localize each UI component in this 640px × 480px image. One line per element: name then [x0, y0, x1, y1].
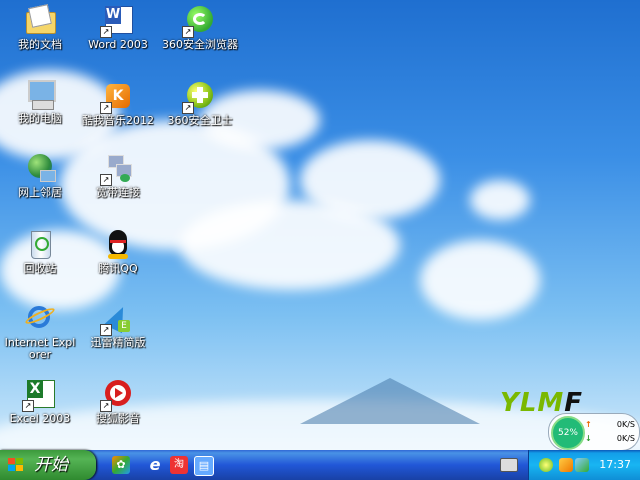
desktop-icon-network-places[interactable]: 网上邻居 [2, 152, 78, 199]
cloud [470, 180, 530, 220]
shortcut-arrow-icon: ↗ [100, 324, 112, 336]
start-label: 开始 [34, 455, 68, 475]
desktop-icon-internet-explorer[interactable]: Internet Explorer [2, 302, 78, 361]
desktop-icon-recycle-bin[interactable]: 回收站 [2, 228, 78, 275]
cpu-usage-gauge: 52% [551, 416, 585, 450]
kuwo-music-icon: K ↗ [100, 80, 134, 114]
360-browser-icon: ↗ [182, 4, 216, 38]
desktop-icon-excel[interactable]: X ↗ Excel 2003 [2, 378, 78, 425]
mountain [300, 378, 480, 424]
desktop-icon-thunder[interactable]: E ↗ 迅雷精简版 [80, 302, 156, 349]
network-places-icon [24, 152, 56, 184]
desktop[interactable]: 我的文档 我的电脑 网上邻居 回收站 Internet Explorer X ↗… [0, 0, 640, 450]
shortcut-arrow-icon: ↗ [100, 26, 112, 38]
icon-label: 腾讯QQ [98, 262, 138, 275]
shortcut-arrow-icon: ↗ [100, 400, 112, 412]
quicklaunch-butterfly-icon[interactable]: ✿ [112, 456, 130, 474]
icon-label: 回收站 [23, 262, 57, 275]
quicklaunch-taobao-icon[interactable]: 淘 [170, 456, 188, 474]
icon-label: 360安全卫士 [167, 114, 233, 127]
shortcut-arrow-icon: ↗ [100, 102, 112, 114]
keyboard-icon[interactable] [500, 458, 518, 472]
icon-label: Internet Explorer [4, 336, 76, 361]
down-arrow-icon: ↓ [585, 434, 592, 443]
ie-icon [23, 302, 57, 334]
qq-icon [102, 228, 134, 260]
up-arrow-icon: ↑ [585, 420, 592, 429]
desktop-icon-my-computer[interactable]: 我的电脑 [2, 78, 78, 125]
system-tray: 17:37 [528, 450, 640, 480]
desktop-icon-broadband[interactable]: ↗ 宽带连接 [80, 152, 156, 199]
windows-flag-icon [8, 458, 24, 472]
desktop-icon-my-documents[interactable]: 我的文档 [2, 4, 78, 51]
desktop-icon-360-browser[interactable]: ↗ 360安全浏览器 [162, 4, 238, 51]
cloud [420, 240, 540, 320]
word-icon: W ↗ [100, 4, 134, 38]
quicklaunch-desktop-icon[interactable]: ▤ [194, 456, 214, 476]
icon-label: 360安全浏览器 [162, 38, 238, 51]
shortcut-arrow-icon: ↗ [182, 26, 194, 38]
download-speed: ↓ 0K/S [585, 434, 635, 443]
desktop-icon-word[interactable]: W ↗ Word 2003 [80, 4, 156, 51]
icon-label: 迅雷精简版 [90, 336, 146, 349]
tray-network-icon[interactable] [575, 458, 589, 472]
recycle-bin-icon [24, 228, 56, 260]
icon-label: 搜狐影音 [96, 412, 140, 425]
sohu-video-icon: ↗ [100, 378, 134, 412]
shortcut-arrow-icon: ↗ [182, 102, 194, 114]
desktop-icon-kuwo-music[interactable]: K ↗ 酷我音乐2012 [80, 80, 156, 127]
tray-360-icon[interactable] [539, 458, 553, 472]
excel-icon: X ↗ [22, 378, 56, 412]
icon-label: 网上邻居 [18, 186, 62, 199]
desktop-icon-sohu-video[interactable]: ↗ 搜狐影音 [80, 378, 156, 425]
upload-speed: ↑ 0K/S [585, 420, 635, 429]
clock[interactable]: 17:37 [599, 450, 631, 480]
shortcut-arrow-icon: ↗ [22, 400, 34, 412]
thunder-icon: E ↗ [100, 302, 134, 336]
my-documents-icon [24, 4, 56, 36]
icon-label: Word 2003 [88, 38, 148, 51]
icon-label: 酷我音乐2012 [82, 114, 154, 127]
icon-label: 我的电脑 [18, 112, 62, 125]
my-computer-icon [24, 78, 56, 110]
taskbar: 开始 ✿ e 淘 ▤ 17:37 [0, 450, 640, 480]
shortcut-arrow-icon: ↗ [100, 174, 112, 186]
quicklaunch-ie-icon[interactable]: e [146, 456, 164, 474]
icon-label: 我的文档 [18, 38, 62, 51]
cloud [180, 200, 400, 290]
icon-label: 宽带连接 [96, 186, 140, 199]
icon-label: Excel 2003 [9, 412, 71, 425]
desktop-icon-360-safe[interactable]: ↗ 360安全卫士 [162, 80, 238, 127]
tray-kuwo-icon[interactable] [559, 458, 573, 472]
desktop-icon-qq[interactable]: 腾讯QQ [80, 228, 156, 275]
360-safe-icon: ↗ [182, 80, 216, 114]
start-button[interactable]: 开始 [0, 450, 96, 480]
network-speed-widget[interactable]: 52% ↑ 0K/S ↓ 0K/S [548, 413, 640, 450]
broadband-connection-icon: ↗ [100, 152, 134, 186]
